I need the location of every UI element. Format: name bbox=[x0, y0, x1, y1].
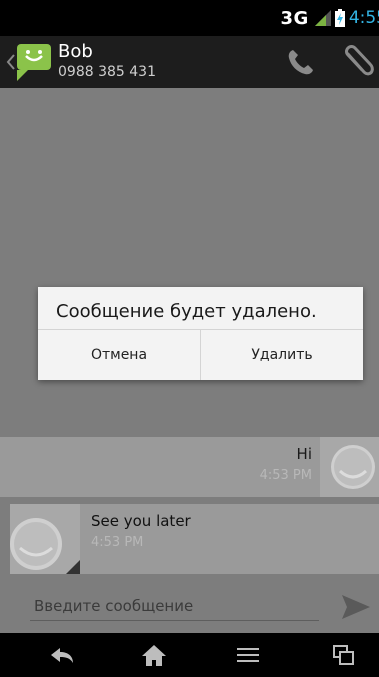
contact-name: Bob bbox=[58, 41, 93, 62]
cancel-button[interactable]: Отмена bbox=[38, 330, 200, 380]
status-icons: 3G 4:55 bbox=[281, 0, 379, 36]
message-input[interactable] bbox=[30, 592, 319, 621]
nav-back-icon[interactable] bbox=[48, 643, 76, 667]
nav-menu-icon[interactable] bbox=[234, 643, 262, 667]
messaging-app-icon[interactable] bbox=[14, 41, 54, 83]
battery-icon bbox=[334, 9, 345, 27]
send-icon[interactable] bbox=[340, 592, 372, 622]
avatar[interactable] bbox=[320, 437, 379, 497]
message-incoming[interactable]: See you later 4:53 PM bbox=[80, 504, 379, 574]
delete-button[interactable]: Удалить bbox=[201, 330, 363, 380]
dialog-message: Сообщение будет удалено. bbox=[56, 301, 317, 322]
message-time: 4:53 PM bbox=[259, 468, 312, 483]
nav-home-icon[interactable] bbox=[140, 643, 168, 667]
status-time: 4:55 bbox=[348, 8, 379, 28]
default-avatar-icon bbox=[331, 445, 375, 489]
signal-icon bbox=[314, 10, 331, 26]
navigation-bar bbox=[0, 633, 379, 677]
compose-bar bbox=[0, 576, 379, 633]
message-text: See you later bbox=[91, 512, 191, 530]
message-time: 4:53 PM bbox=[91, 535, 144, 550]
delete-confirmation-dialog: Сообщение будет удалено. Отмена Удалить bbox=[38, 287, 363, 380]
status-bar: 3G 4:55 bbox=[0, 0, 379, 36]
default-avatar-icon bbox=[10, 518, 80, 574]
network-type: 3G bbox=[280, 7, 309, 29]
attach-icon[interactable] bbox=[342, 44, 376, 80]
call-icon[interactable] bbox=[284, 46, 316, 78]
avatar[interactable] bbox=[10, 504, 80, 574]
contact-phone: 0988 385 431 bbox=[58, 64, 156, 80]
action-bar: Bob 0988 385 431 bbox=[0, 36, 379, 88]
nav-recent-apps-icon[interactable] bbox=[330, 643, 358, 667]
message-outgoing[interactable]: Hi 4:53 PM bbox=[0, 437, 320, 497]
message-text: Hi bbox=[296, 445, 312, 463]
